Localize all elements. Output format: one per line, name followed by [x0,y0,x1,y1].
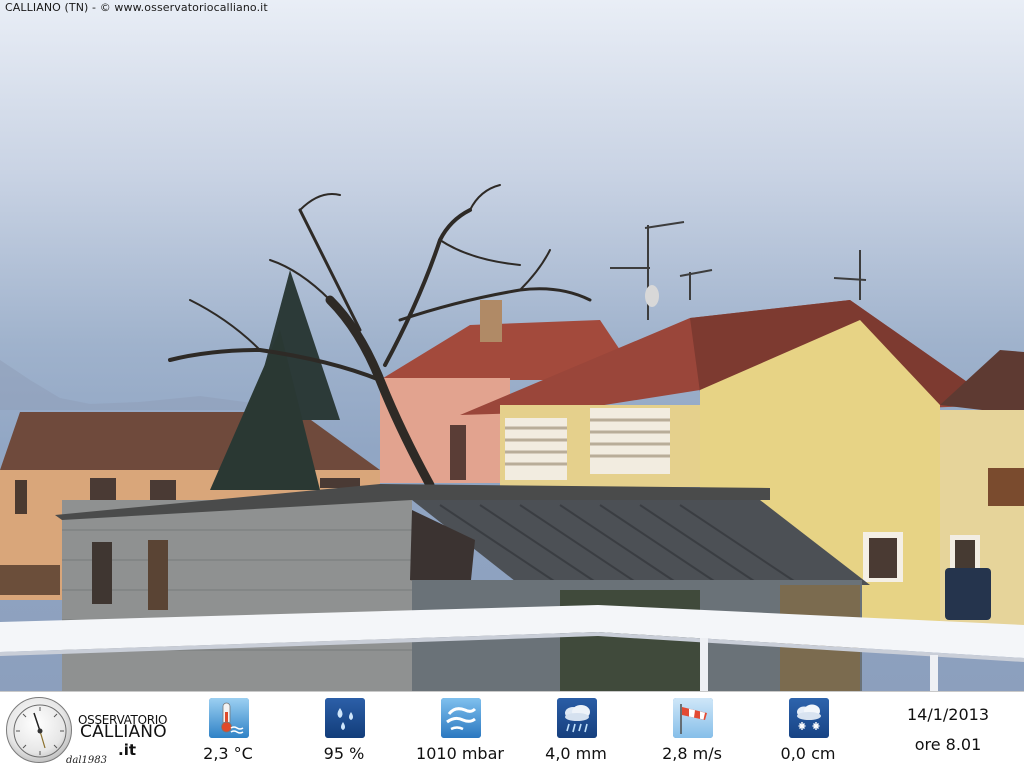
logo-since: dal1983 [66,755,108,766]
weather-info-bar: OSSERVATORIO CALLIANO .it dal1983 2,3 °C [0,691,1024,768]
humidity-icon [325,698,365,738]
logo-name-line2: CALLIANO [80,722,167,742]
metric-humidity: 95 % [286,692,402,768]
thermometer-icon [209,698,249,738]
time-text: ore 8.01 [914,735,982,754]
pressure-value: 1010 mbar [416,744,504,763]
pressure-icon [441,698,481,738]
snow-icon [789,698,829,738]
webcam-image: CALLIANO (TN) - © www.osservatoriocallia… [0,0,1024,691]
metric-temperature: 2,3 °C [170,692,286,768]
webcam-caption: CALLIANO (TN) - © www.osservatoriocallia… [5,1,268,14]
date-text: 14/1/2013 [906,705,990,724]
metric-rain: 4,0 mm [518,692,634,768]
metric-wind: 2,8 m/s [634,692,750,768]
humidity-value: 95 % [323,744,365,763]
rain-value: 4,0 mm [545,744,607,763]
barometer-dial-icon [6,697,72,763]
wind-icon [673,698,713,738]
wind-value: 2,8 m/s [662,744,722,763]
observatory-logo[interactable]: OSSERVATORIO CALLIANO .it dal1983 [0,692,175,768]
rain-icon [557,698,597,738]
datetime-block: 14/1/2013 ore 8.01 [880,692,1016,768]
temperature-value: 2,3 °C [203,744,253,763]
webcam-scene [0,184,1024,691]
snow-value: 0,0 cm [780,744,836,763]
metric-pressure: 1010 mbar [402,692,518,768]
logo-domain: .it [118,741,137,759]
metric-snow: 0,0 cm [750,692,866,768]
